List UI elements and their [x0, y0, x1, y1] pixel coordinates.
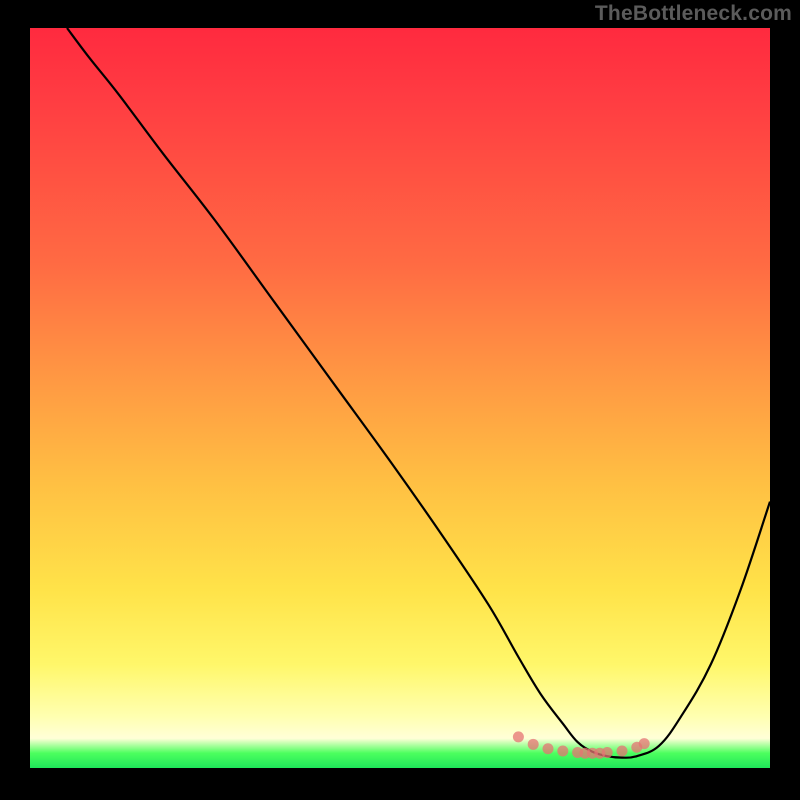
marker-dot	[513, 731, 524, 742]
marker-dot	[557, 745, 568, 756]
marker-dot	[543, 743, 554, 754]
plot-area	[30, 28, 770, 768]
marker-dot	[602, 747, 613, 758]
chart-svg	[30, 28, 770, 768]
marker-dot	[639, 738, 650, 749]
chart-container: TheBottleneck.com	[0, 0, 800, 800]
marker-dot	[617, 745, 628, 756]
marker-dot	[528, 739, 539, 750]
bottleneck-curve	[67, 28, 770, 758]
watermark-text: TheBottleneck.com	[595, 2, 792, 26]
